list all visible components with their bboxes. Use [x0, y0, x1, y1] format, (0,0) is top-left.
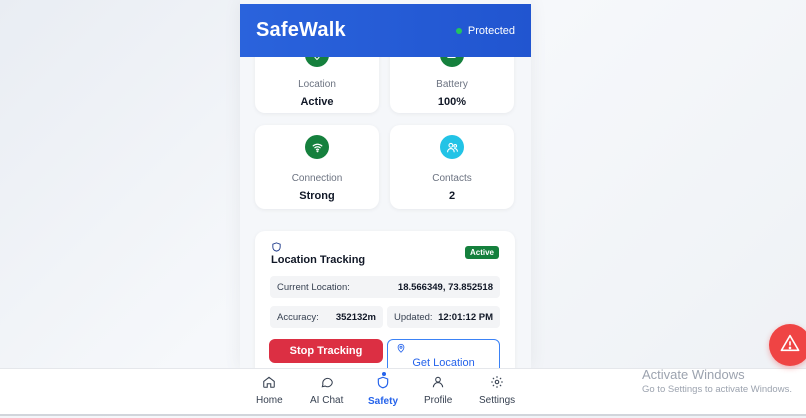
tracking-status-badge: Active	[464, 246, 499, 259]
map-pin-icon	[396, 343, 406, 357]
protection-status: Protected	[455, 24, 515, 37]
tracking-title: Location Tracking	[271, 254, 366, 266]
activation-watermark-subtitle: Go to Settings to activate Windows.	[642, 384, 792, 395]
user-icon	[431, 375, 445, 392]
accuracy-row: Accuracy: 352132m	[270, 306, 383, 328]
status-card-value: 2	[448, 190, 456, 202]
protection-status-label: Protected	[467, 24, 515, 37]
battery-icon	[440, 57, 464, 67]
accuracy-label: Accuracy:	[277, 311, 319, 323]
wifi-icon	[305, 135, 329, 159]
app-header: SafeWalk Protected	[240, 4, 531, 57]
nav-label: Profile	[424, 395, 453, 406]
status-card-contacts: Contacts 2	[390, 125, 514, 209]
nav-item-home[interactable]: Home	[256, 375, 283, 406]
location-icon	[305, 57, 329, 67]
status-card-value: 100%	[437, 96, 467, 108]
gear-icon	[490, 375, 504, 392]
chat-icon	[320, 375, 334, 392]
updated-label: Updated:	[394, 311, 433, 323]
safety-dashboard[interactable]: Location Active Battery 100% Connection …	[240, 57, 531, 370]
status-card-label: Connection	[291, 173, 343, 184]
current-location-label: Current Location:	[277, 281, 350, 293]
nav-item-settings[interactable]: Settings	[479, 375, 515, 406]
activation-watermark-title: Activate Windows	[642, 367, 745, 382]
get-location-button[interactable]: Get Location	[387, 339, 500, 370]
nav-item-ai-chat[interactable]: AI Chat	[310, 375, 343, 406]
phone-frame: SafeWalk Protected Location Active Batte…	[240, 0, 531, 370]
current-location-value: 18.566349, 73.852518	[397, 281, 493, 293]
app-title: SafeWalk	[256, 19, 346, 41]
sos-button[interactable]	[769, 324, 806, 366]
nav-label: AI Chat	[310, 395, 344, 406]
status-card-location: Location Active	[255, 57, 379, 113]
current-location-row: Current Location: 18.566349, 73.852518	[270, 276, 500, 298]
status-card-label: Battery	[436, 79, 468, 90]
active-nav-indicator	[382, 372, 386, 376]
nav-item-profile[interactable]: Profile	[424, 375, 452, 406]
status-dot-icon	[455, 27, 462, 34]
accuracy-value: 352132m	[335, 311, 376, 323]
location-tracking-panel: Location Tracking Active Current Locatio…	[255, 231, 515, 370]
status-card-battery: Battery 100%	[390, 57, 514, 113]
shield-icon	[376, 375, 390, 393]
alert-triangle-icon	[780, 334, 800, 357]
nav-label: Safety	[368, 396, 399, 407]
updated-value: 12:01:12 PM	[438, 311, 493, 323]
status-card-connection: Connection Strong	[255, 125, 379, 209]
stop-tracking-button[interactable]: Stop Tracking	[269, 339, 383, 363]
status-card-label: Contacts	[432, 173, 472, 184]
nav-label: Settings	[479, 395, 516, 406]
status-card-value: Active	[300, 96, 334, 108]
nav-label: Home	[256, 395, 283, 406]
home-icon	[262, 375, 276, 392]
status-card-value: Strong	[299, 190, 335, 202]
nav-item-safety[interactable]: Safety	[368, 375, 398, 407]
updated-row: Updated: 12:01:12 PM	[387, 306, 500, 328]
users-icon	[440, 135, 464, 159]
status-card-label: Location	[298, 79, 336, 90]
bottom-border	[0, 414, 806, 416]
